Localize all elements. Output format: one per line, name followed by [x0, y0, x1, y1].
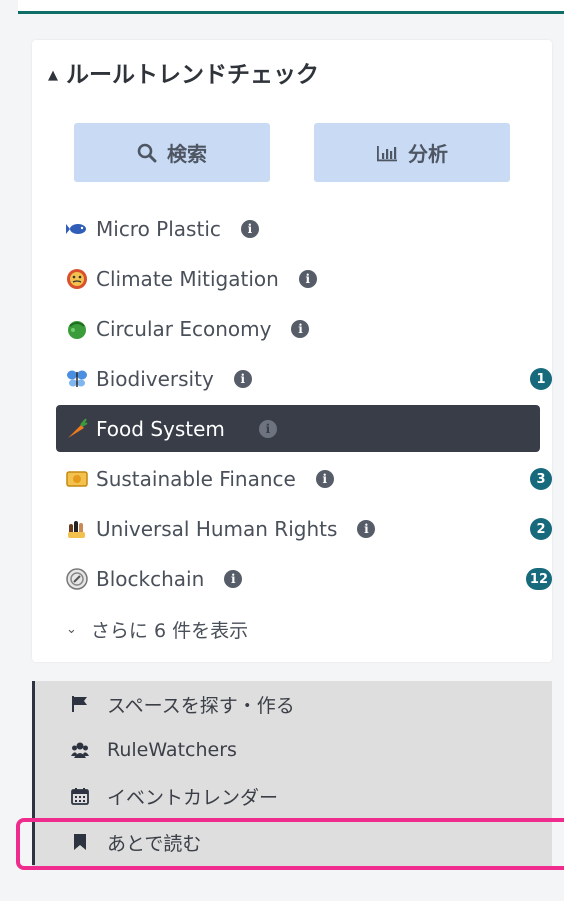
- nav-label: スペースを探す・作る: [107, 694, 295, 717]
- bar-chart-icon: [377, 145, 397, 161]
- rule-trend-card: ▲ ルールトレンドチェック 検索 分析 Micro Plastic i Clim…: [32, 40, 552, 662]
- show-more-link[interactable]: ⌄ さらに 6 件を表示: [56, 604, 540, 654]
- info-icon[interactable]: i: [291, 320, 310, 338]
- topic-item-micro-plastic[interactable]: Micro Plastic i: [56, 204, 540, 254]
- topic-label: Biodiversity: [96, 367, 214, 391]
- top-bar: [18, 0, 564, 14]
- topic-label: Sustainable Finance: [96, 467, 296, 491]
- users-icon: [71, 742, 89, 758]
- nav-label: RuleWatchers: [107, 739, 237, 761]
- search-icon: [137, 143, 157, 162]
- flag-icon: [72, 696, 87, 712]
- calendar-icon: [71, 788, 89, 805]
- count-badge: 2: [530, 518, 552, 540]
- search-button-label: 検索: [167, 142, 207, 166]
- topic-label: Circular Economy: [96, 317, 272, 341]
- nav-item-spaces[interactable]: スペースを探す・作る: [32, 681, 552, 727]
- nav-label: イベントカレンダー: [107, 786, 279, 809]
- butterfly-icon: [67, 370, 87, 387]
- topic-label: Blockchain: [96, 567, 205, 591]
- topic-label: Micro Plastic: [96, 217, 221, 241]
- info-icon[interactable]: i: [298, 270, 317, 288]
- analysis-button-label: 分析: [408, 142, 448, 166]
- fish-icon: [66, 224, 86, 234]
- card-title-text: ルールトレンドチェック: [66, 62, 319, 88]
- topic-item-universal-human-rights[interactable]: Universal Human Rights i 2: [56, 504, 552, 554]
- analysis-button[interactable]: 分析: [314, 123, 510, 182]
- money-icon: [66, 471, 88, 487]
- nav-item-read-later[interactable]: あとで読む: [32, 819, 552, 865]
- topic-item-blockchain[interactable]: Blockchain i 12: [56, 554, 552, 604]
- bookmark-icon: [74, 834, 86, 850]
- chain-disc-icon: [66, 568, 88, 590]
- show-more-label: さらに 6 件を表示: [90, 619, 249, 642]
- info-icon[interactable]: i: [258, 419, 277, 438]
- sidebar-nav: スペースを探す・作る RuleWatchers イベントカレンダー あとで読む: [32, 681, 552, 867]
- topic-label: Food System: [96, 416, 225, 441]
- nav-label: あとで読む: [107, 832, 202, 855]
- search-button[interactable]: 検索: [74, 123, 270, 182]
- topic-label: Climate Mitigation: [96, 267, 279, 291]
- nav-item-event-calendar[interactable]: イベントカレンダー: [32, 773, 552, 819]
- chevron-down-icon: ⌄: [66, 621, 77, 637]
- info-icon[interactable]: i: [224, 570, 243, 588]
- info-icon[interactable]: i: [357, 520, 376, 538]
- card-title[interactable]: ▲ ルールトレンドチェック: [48, 55, 319, 89]
- count-badge: 1: [530, 368, 552, 390]
- info-icon[interactable]: i: [233, 370, 252, 388]
- nav-item-rulewatchers[interactable]: RuleWatchers: [32, 727, 552, 773]
- topic-list: Micro Plastic i Climate Mitigation i Cir…: [56, 204, 552, 654]
- info-icon[interactable]: i: [315, 470, 334, 488]
- topic-item-climate-mitigation[interactable]: Climate Mitigation i: [56, 254, 540, 304]
- topic-item-biodiversity[interactable]: Biodiversity i 1: [56, 354, 552, 404]
- topic-item-circular-economy[interactable]: Circular Economy i: [56, 304, 540, 354]
- count-badge: 3: [530, 468, 552, 490]
- count-badge: 12: [525, 568, 552, 590]
- green-globe-icon: [68, 321, 86, 339]
- collapse-triangle-icon: ▲: [48, 68, 58, 83]
- topic-item-sustainable-finance[interactable]: Sustainable Finance i 3: [56, 454, 552, 504]
- hands-icon: [68, 521, 85, 538]
- info-icon[interactable]: i: [240, 220, 259, 238]
- carrot-icon: [68, 417, 88, 438]
- earth-face-icon: [67, 269, 87, 289]
- topic-item-food-system[interactable]: Food System i: [56, 405, 540, 452]
- topic-label: Universal Human Rights: [96, 517, 338, 541]
